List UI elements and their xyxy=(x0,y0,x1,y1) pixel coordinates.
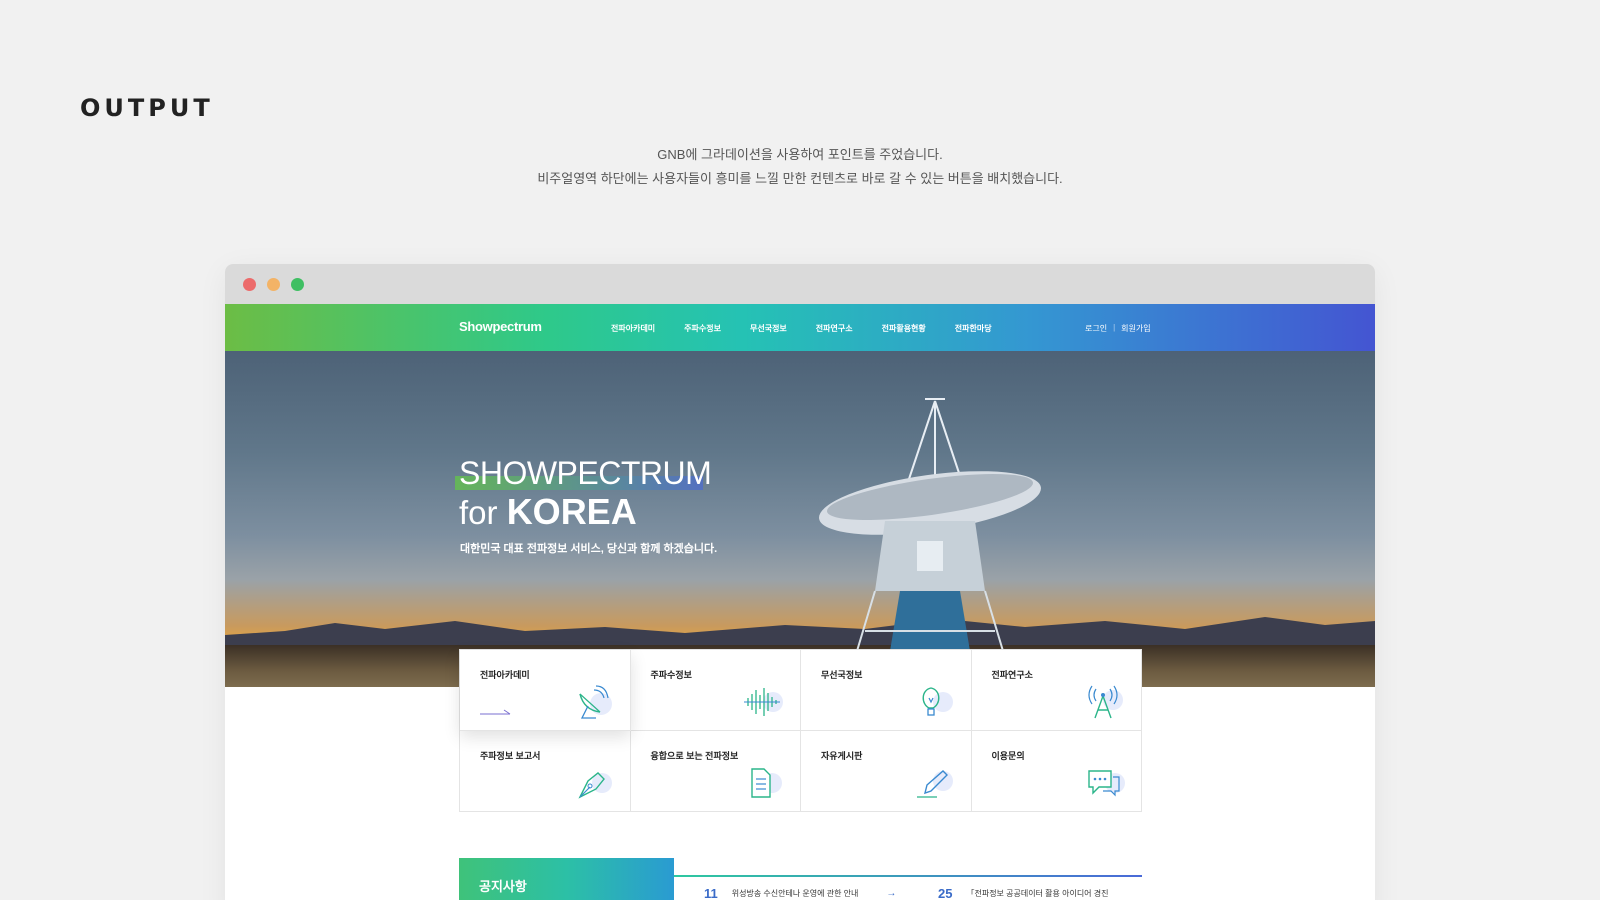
login-link[interactable]: 로그인 xyxy=(1085,323,1107,334)
waveform-icon xyxy=(744,688,783,716)
site-logo[interactable]: Showpectrum xyxy=(459,319,542,334)
quick-card-convergence[interactable]: 융합으로 보는 전파정보 xyxy=(630,731,801,812)
quick-card-report[interactable]: 주파정보 보고서 xyxy=(460,731,631,812)
utility-links: 로그인 | 회원가입 xyxy=(1085,323,1151,334)
description-line-1: GNB에 그라데이션을 사용하여 포인트를 주었습니다. xyxy=(657,147,943,162)
notice-text: 위성방송 수신안테나 운영에 관한 안내 xyxy=(731,889,859,898)
quick-card-label: 전파연구소 xyxy=(991,670,1033,680)
notice-title: 공지사항 xyxy=(479,879,527,894)
main-menu: 전파아카데미 주파수정보 무선국정보 전파연구소 전파활용현황 전파한마당 xyxy=(611,323,1021,334)
join-link[interactable]: 회원가입 xyxy=(1121,323,1150,334)
notice-item[interactable]: 11 위성방송 수신안테나 운영에 관한 안내 → xyxy=(704,886,896,900)
presentation-page: OUTPUT GNB에 그라데이션을 사용하여 포인트를 주었습니다. 비주얼영… xyxy=(0,0,1600,900)
hero-subtitle: 대한민국 대표 전파정보 서비스, 당신과 함께 하겠습니다. xyxy=(460,543,718,555)
menu-item-festival[interactable]: 전파한마당 xyxy=(955,323,992,334)
minimize-window-dot[interactable] xyxy=(267,277,280,291)
lightbulb-icon xyxy=(922,687,953,716)
quick-card-academy[interactable]: 전파아카데미 xyxy=(460,650,631,731)
section-description: GNB에 그라데이션을 사용하여 포인트를 주었습니다. 비주얼영역 하단에는 … xyxy=(0,143,1600,191)
notice-day: 25 xyxy=(938,886,953,900)
mountain-silhouette xyxy=(225,617,1375,647)
pencil-icon xyxy=(916,770,953,798)
quick-card-label: 주파정보 보고서 xyxy=(480,751,541,761)
menu-item-academy[interactable]: 전파아카데미 xyxy=(611,323,655,334)
satellite-dish-icon xyxy=(578,685,612,719)
quick-card-station[interactable]: 무선국정보 xyxy=(801,650,972,731)
description-line-2: 비주얼영역 하단에는 사용자들이 흥미를 느낄 만한 컨텐츠로 바로 갈 수 있… xyxy=(537,171,1063,186)
hero-title-line-2: for KOREA xyxy=(459,491,637,533)
radio-telescope-image xyxy=(819,398,1041,687)
quick-menu-grid: 전파아카데미 주파수정보 무선국정보 전파연구소 주파정보 보고서 융합으로 보… xyxy=(459,649,1142,812)
document-icon xyxy=(751,768,782,798)
menu-item-station[interactable]: 무선국정보 xyxy=(750,323,787,334)
quick-card-label: 무선국정보 xyxy=(821,670,863,680)
hero-title-text: SHOWPECTRUM xyxy=(459,455,712,491)
arrow-right-icon: → xyxy=(886,888,897,899)
close-window-dot[interactable] xyxy=(243,277,256,291)
utility-separator: | xyxy=(1113,323,1116,332)
quick-card-inquiry[interactable]: 이용문의 xyxy=(971,731,1142,812)
hero-title: SHOWPECTRUM xyxy=(455,455,712,492)
quick-card-label: 이용문의 xyxy=(991,751,1025,761)
quick-card-frequency[interactable]: 주파수정보 xyxy=(630,650,801,731)
hero-title-korea: KOREA xyxy=(506,491,637,532)
notice-day: 11 xyxy=(704,886,718,900)
quick-card-lab[interactable]: 전파연구소 xyxy=(971,650,1142,731)
antenna-tower-icon xyxy=(1088,685,1123,719)
menu-item-frequency[interactable]: 주파수정보 xyxy=(684,323,721,334)
pen-nib-icon xyxy=(577,772,612,799)
notice-divider xyxy=(674,875,1142,877)
global-navigation-bar: Showpectrum 전파아카데미 주파수정보 무선국정보 전파연구소 전파활… xyxy=(225,304,1375,351)
hero-visual: SHOWPECTRUM for KOREA 대한민국 대표 전파정보 서비스, … xyxy=(225,351,1375,687)
notice-item[interactable]: 25 「전파정보 공공데이터 활용 아이디어 경진 xyxy=(938,886,1108,900)
menu-item-lab[interactable]: 전파연구소 xyxy=(816,323,853,334)
notice-text: 「전파정보 공공데이터 활용 아이디어 경진 xyxy=(966,889,1109,898)
section-title: OUTPUT xyxy=(80,94,214,122)
quick-card-label: 융합으로 보는 전파정보 xyxy=(650,751,739,761)
hero-title-for: for xyxy=(459,494,507,531)
quick-card-board[interactable]: 자유게시판 xyxy=(801,731,972,812)
arrow-right-icon xyxy=(480,709,511,715)
maximize-window-dot[interactable] xyxy=(291,277,304,291)
quick-card-label: 주파수정보 xyxy=(650,670,692,680)
browser-window: Showpectrum 전파아카데미 주파수정보 무선국정보 전파연구소 전파활… xyxy=(225,264,1375,900)
menu-item-usage[interactable]: 전파활용현황 xyxy=(882,323,926,334)
notice-header[interactable]: 공지사항 xyxy=(459,858,674,900)
chat-bubbles-icon xyxy=(1088,770,1125,797)
quick-card-label: 전파아카데미 xyxy=(480,670,530,680)
browser-titlebar xyxy=(225,264,1375,304)
quick-card-label: 자유게시판 xyxy=(821,751,863,761)
